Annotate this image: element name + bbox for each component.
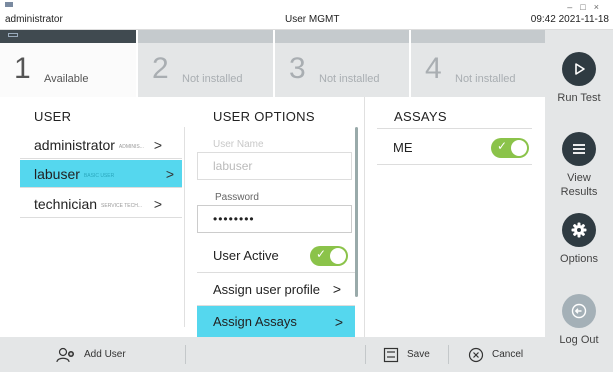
slot-2[interactable]: 2 Not installed: [138, 30, 275, 97]
slot-status: Not installed: [455, 73, 516, 85]
toolbar-divider: [365, 345, 366, 364]
assign-assays-row[interactable]: Assign Assays >: [197, 306, 355, 337]
column-divider: [184, 127, 185, 327]
user-options-header: USER OPTIONS: [213, 109, 315, 124]
assay-row-me: ME ✓: [377, 129, 532, 165]
datetime: 09:42 2021-11-18: [530, 14, 609, 25]
user-active-toggle[interactable]: ✓: [310, 246, 348, 266]
gear-icon: [562, 213, 596, 247]
options-label: Options: [560, 253, 598, 265]
title-bar: administrator User MGMT 09:42 2021-11-18…: [0, 0, 613, 30]
username-field: labuser: [197, 152, 352, 180]
cancel-icon: [468, 347, 484, 362]
view-results-button[interactable]: View Results: [545, 132, 613, 199]
slot-4[interactable]: 4 Not installed: [411, 30, 545, 97]
view-results-label: View Results: [560, 172, 598, 198]
password-field[interactable]: ••••••••: [197, 205, 352, 233]
logout-icon: [562, 294, 596, 328]
toolbar-divider: [185, 345, 186, 364]
assay-me-toggle[interactable]: ✓: [491, 138, 529, 158]
user-active-label: User Active: [213, 248, 279, 263]
save-icon: [383, 347, 399, 362]
slot-number: 3: [289, 52, 306, 85]
toolbar-divider: [448, 345, 449, 364]
minimize-icon[interactable]: –: [567, 2, 580, 12]
check-icon: ✓: [497, 139, 508, 153]
assays-header: ASSAYS: [394, 109, 447, 124]
log-out-label: Log Out: [559, 334, 599, 346]
slot-indicator-icon: [8, 33, 18, 37]
logged-in-user: administrator: [5, 14, 63, 25]
chevron-right-icon: >: [153, 195, 162, 212]
user-column-header: USER: [34, 109, 72, 124]
run-test-label: Run Test: [557, 92, 601, 104]
user-name: administrator: [34, 136, 115, 153]
close-icon[interactable]: ×: [594, 2, 607, 12]
chevron-right-icon: >: [334, 313, 343, 330]
user-role: SERVICE TECH...: [101, 203, 142, 209]
slot-number: 2: [152, 52, 169, 85]
assay-name: ME: [393, 140, 413, 155]
main-panel: USER administrator ADMINIS... > labuser …: [0, 97, 545, 337]
user-active-row: User Active ✓: [197, 239, 355, 273]
slot-number: 1: [14, 52, 31, 85]
user-row-administrator[interactable]: administrator ADMINIS... >: [20, 131, 182, 159]
save-button[interactable]: Save: [383, 337, 430, 372]
check-icon: ✓: [316, 247, 327, 261]
log-out-button[interactable]: Log Out: [545, 294, 613, 347]
cancel-label: Cancel: [492, 349, 524, 360]
username-label: User Name: [213, 139, 264, 150]
save-label: Save: [407, 349, 430, 360]
list-icon: [562, 132, 596, 166]
chevron-right-icon: >: [153, 136, 162, 153]
right-nav: Run Test View Results Options Log Out: [545, 30, 613, 372]
user-role: BASIC USER: [83, 173, 115, 179]
window-title: User MGMT: [285, 14, 340, 25]
window-controls[interactable]: –□×: [567, 2, 607, 12]
slot-status: Not installed: [182, 73, 243, 85]
user-role: ADMINIS...: [118, 144, 144, 150]
chevron-right-icon: >: [165, 165, 174, 182]
slot-number: 4: [425, 52, 442, 85]
slot-status: Not installed: [319, 73, 380, 85]
user-name: technician: [34, 195, 98, 212]
maximize-icon[interactable]: □: [580, 2, 593, 12]
assign-user-profile-row[interactable]: Assign user profile >: [197, 273, 355, 306]
chevron-right-icon: >: [332, 281, 341, 297]
play-icon: [562, 52, 596, 86]
assign-profile-label: Assign user profile: [213, 281, 320, 297]
options-button[interactable]: Options: [545, 213, 613, 266]
slot-3[interactable]: 3 Not installed: [275, 30, 411, 97]
module-slots: 1 Available 2 Not installed 3 Not instal…: [0, 30, 545, 97]
password-label: Password: [215, 192, 259, 203]
column-divider: [364, 97, 365, 337]
bottom-toolbar: Add User Save Cancel: [0, 337, 545, 372]
slot-1[interactable]: 1 Available: [0, 30, 138, 97]
add-user-button[interactable]: Add User: [56, 337, 126, 372]
run-test-button[interactable]: Run Test: [545, 52, 613, 105]
add-user-label: Add User: [84, 349, 126, 360]
add-user-icon: [56, 347, 74, 362]
slot-status: Available: [44, 73, 89, 85]
cancel-button[interactable]: Cancel: [468, 337, 523, 372]
user-name: labuser: [34, 165, 80, 182]
assign-assays-label: Assign Assays: [213, 314, 297, 329]
user-row-labuser[interactable]: labuser BASIC USER >: [20, 160, 182, 188]
options-scrollbar[interactable]: [355, 127, 358, 297]
user-row-technician[interactable]: technician SERVICE TECH... >: [20, 190, 182, 218]
app-logo-icon: [5, 2, 13, 7]
